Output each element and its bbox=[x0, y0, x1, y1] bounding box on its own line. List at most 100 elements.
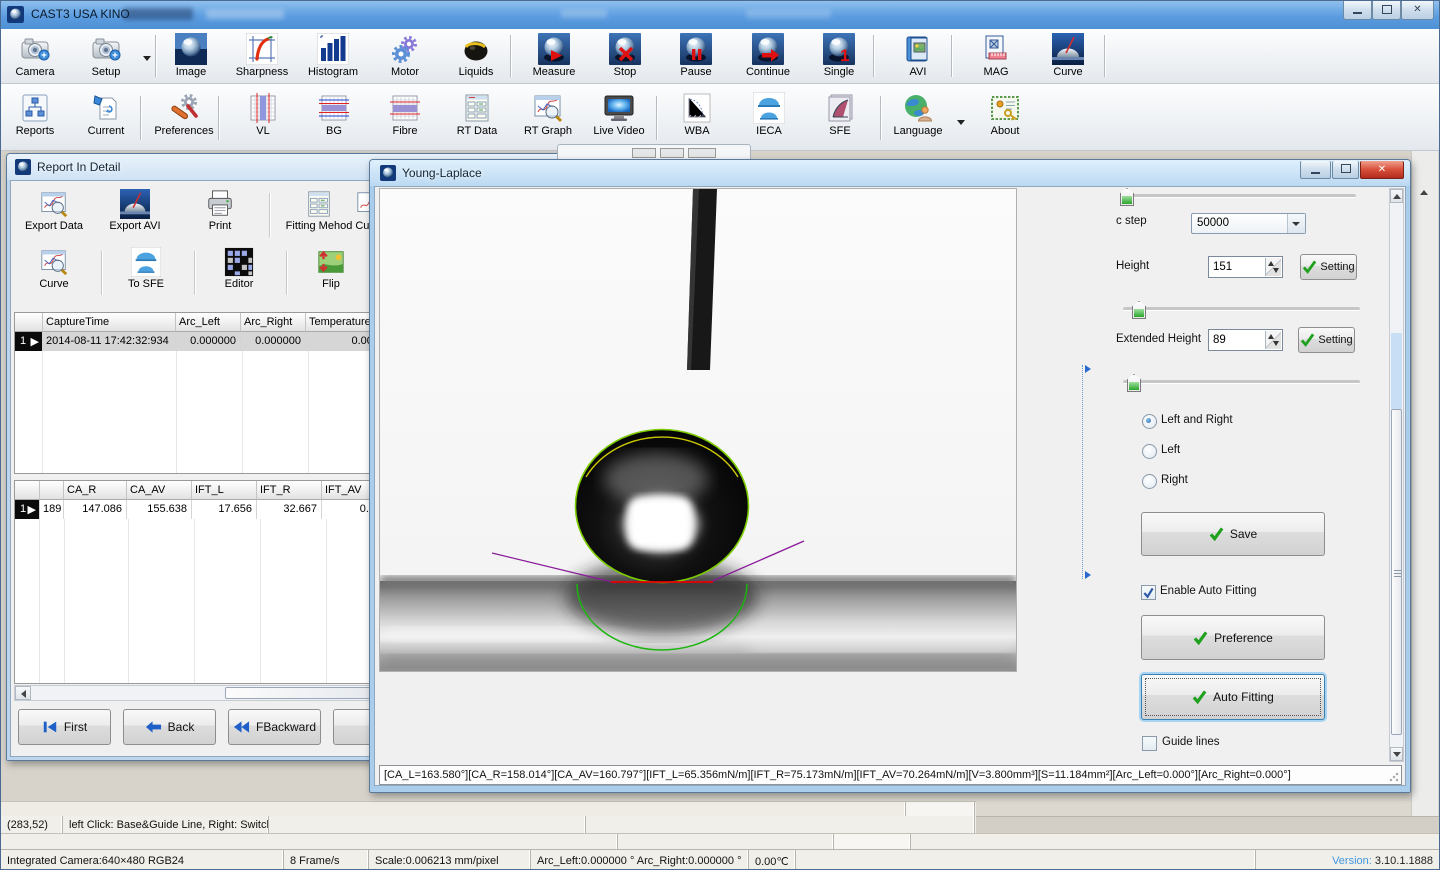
drop-image[interactable] bbox=[379, 188, 1017, 672]
camera-button[interactable]: Camera bbox=[2, 33, 68, 80]
radio-left[interactable] bbox=[1142, 444, 1157, 459]
language-dropdown-arrow[interactable] bbox=[957, 120, 965, 125]
close-button[interactable] bbox=[688, 148, 716, 158]
spinner-buttons[interactable] bbox=[1265, 331, 1281, 349]
liquids-button[interactable]: Liquids bbox=[443, 33, 509, 80]
continue-button[interactable]: Continue bbox=[735, 33, 801, 80]
save-button[interactable]: Save bbox=[1141, 512, 1325, 556]
panel-splitter[interactable] bbox=[1082, 365, 1094, 579]
auto-fitting-button[interactable]: Auto Fitting bbox=[1141, 674, 1325, 720]
yl-maximize-button[interactable] bbox=[1332, 161, 1359, 179]
avi-button[interactable]: AVI bbox=[885, 33, 951, 80]
radio-left-and-right-label[interactable]: Left and Right bbox=[1161, 414, 1233, 426]
report-hscrollbar[interactable] bbox=[14, 685, 384, 701]
height-slider[interactable] bbox=[1123, 307, 1360, 311]
export-data-button[interactable]: Export Data bbox=[12, 189, 96, 233]
current-button[interactable]: Current bbox=[73, 92, 139, 139]
reports-button[interactable]: Reports bbox=[2, 92, 68, 139]
close-button[interactable]: ✕ bbox=[1401, 1, 1434, 20]
results-table[interactable]: CA_R CA_AV IFT_L IFT_R IFT_AV 1▶ 189 147… bbox=[14, 480, 386, 684]
bg-button[interactable]: BG bbox=[301, 92, 367, 139]
header-cell[interactable]: Arc_Right bbox=[241, 313, 306, 332]
radio-left-label[interactable]: Left bbox=[1161, 444, 1180, 456]
single-button[interactable]: 1Single bbox=[806, 33, 872, 80]
header-cell[interactable]: CA_AV bbox=[127, 481, 192, 500]
guide-lines-label[interactable]: Guide lines bbox=[1162, 736, 1220, 748]
sfe-button[interactable]: SFE bbox=[807, 92, 873, 139]
yl-titlebar[interactable]: Young-Laplace ✕ bbox=[370, 160, 1410, 186]
setup-dropdown-arrow[interactable] bbox=[143, 56, 151, 61]
preference-button[interactable]: Preference bbox=[1141, 615, 1325, 660]
sharpness-button[interactable]: Sharpness bbox=[229, 33, 295, 80]
header-cell[interactable]: CaptureTime bbox=[43, 313, 176, 332]
setup-button[interactable]: Setup bbox=[73, 33, 139, 80]
slider-thumb[interactable] bbox=[1127, 374, 1141, 392]
about-button[interactable]: About bbox=[972, 92, 1038, 139]
combo-dropdown-button[interactable] bbox=[1287, 214, 1305, 233]
resize-grip[interactable] bbox=[1389, 772, 1399, 782]
header-cell[interactable]: Arc_Left bbox=[176, 313, 241, 332]
wba-button[interactable]: WBA bbox=[664, 92, 730, 139]
yl-close-button[interactable]: ✕ bbox=[1360, 161, 1404, 179]
extended-height-spinner[interactable]: 89 bbox=[1208, 329, 1283, 351]
scrollbar-thumb[interactable] bbox=[225, 687, 372, 699]
header-cell[interactable]: IFT_R bbox=[257, 481, 322, 500]
curve-button[interactable]: Curve bbox=[14, 247, 94, 291]
rt-graph-button[interactable]: RT Graph bbox=[515, 92, 581, 139]
yl-vscrollbar[interactable] bbox=[1389, 188, 1404, 762]
spinner-buttons[interactable] bbox=[1265, 258, 1281, 276]
extended-height-setting-button[interactable]: Setting bbox=[1298, 327, 1355, 353]
flip-button[interactable]: Flip bbox=[291, 247, 371, 291]
rt-data-button[interactable]: RT Data bbox=[444, 92, 510, 139]
table-row[interactable]: 1▶ 189 147.086 155.638 17.656 32.667 0.0 bbox=[15, 500, 385, 519]
maximize-button[interactable] bbox=[660, 148, 684, 158]
extended-height-slider[interactable] bbox=[1123, 380, 1360, 384]
export-avi-button[interactable]: Export AVI bbox=[97, 189, 173, 233]
curve-button[interactable]: Curve bbox=[1035, 33, 1101, 80]
radio-right-label[interactable]: Right bbox=[1161, 474, 1188, 486]
histogram-button[interactable]: Histogram bbox=[300, 33, 366, 80]
table-row[interactable]: 1▶ 2014-08-11 17:42:32:934 0.000000 0.00… bbox=[15, 332, 387, 351]
scroll-up-icon[interactable] bbox=[1420, 190, 1428, 195]
slider-thumb[interactable] bbox=[1132, 301, 1146, 319]
c-step-slider[interactable] bbox=[1123, 194, 1356, 198]
language-button[interactable]: Language bbox=[885, 92, 951, 139]
slider-thumb[interactable] bbox=[1120, 188, 1134, 206]
first-button[interactable]: First bbox=[18, 709, 111, 745]
guide-lines-checkbox[interactable] bbox=[1142, 736, 1157, 751]
minimize-button[interactable] bbox=[1343, 1, 1372, 20]
fibre-button[interactable]: Fibre bbox=[372, 92, 438, 139]
back-button[interactable]: Back bbox=[123, 709, 216, 745]
scrollbar-thumb[interactable] bbox=[1391, 409, 1402, 735]
editor-button[interactable]: Editor bbox=[199, 247, 279, 291]
capture-table[interactable]: CaptureTime Arc_Left Arc_Right Temperatu… bbox=[14, 312, 388, 474]
measure-button[interactable]: Measure bbox=[521, 33, 587, 80]
vl-button[interactable]: VL bbox=[230, 92, 296, 139]
to-sfe-button[interactable]: To SFE bbox=[106, 247, 186, 291]
motor-button[interactable]: Motor bbox=[372, 33, 438, 80]
scroll-down-button[interactable] bbox=[1390, 747, 1403, 761]
scroll-left-button[interactable] bbox=[15, 686, 31, 700]
ieca-button[interactable]: IECA bbox=[736, 92, 802, 139]
live-video-button[interactable]: Live Video bbox=[586, 92, 652, 139]
scroll-up-button[interactable] bbox=[1390, 189, 1403, 203]
radio-left-and-right[interactable] bbox=[1142, 414, 1157, 429]
header-cell[interactable]: IFT_L bbox=[192, 481, 257, 500]
stop-button[interactable]: Stop bbox=[592, 33, 658, 80]
c-step-combobox[interactable]: 50000 bbox=[1191, 213, 1306, 234]
yl-minimize-button[interactable] bbox=[1300, 161, 1331, 179]
image-button[interactable]: Image bbox=[158, 33, 224, 80]
mdi-hscrollbar[interactable] bbox=[1, 801, 976, 817]
fbackward-button[interactable]: FBackward bbox=[228, 709, 321, 745]
minimize-button[interactable] bbox=[632, 148, 656, 158]
enable-auto-fitting-label[interactable]: Enable Auto Fitting bbox=[1160, 585, 1257, 597]
preferences-button[interactable]: Preferences bbox=[151, 92, 217, 139]
enable-auto-fitting-checkbox[interactable] bbox=[1141, 585, 1156, 600]
header-cell[interactable]: CA_R bbox=[64, 481, 127, 500]
pause-button[interactable]: Pause bbox=[663, 33, 729, 80]
print-button[interactable]: Print bbox=[182, 189, 258, 233]
height-setting-button[interactable]: Setting bbox=[1300, 254, 1357, 280]
radio-right[interactable] bbox=[1142, 474, 1157, 489]
mag-button[interactable]: MAG bbox=[963, 33, 1029, 80]
maximize-button[interactable] bbox=[1372, 1, 1401, 20]
